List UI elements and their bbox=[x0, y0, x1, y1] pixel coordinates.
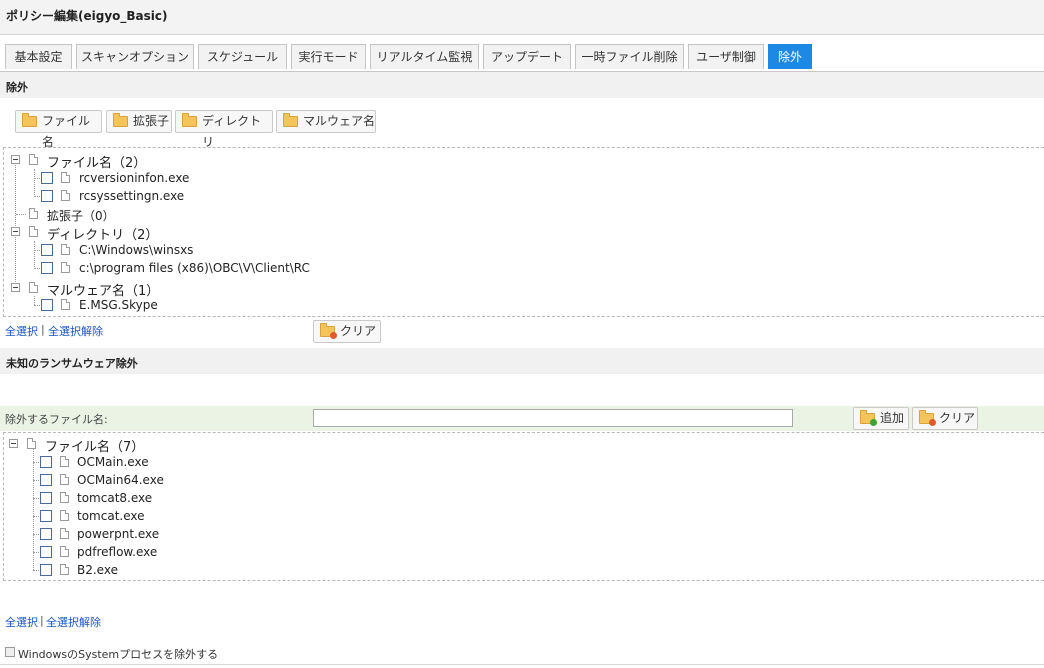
document-icon bbox=[60, 564, 69, 575]
ransomware-select-all-link[interactable]: 全選択 bbox=[5, 614, 38, 630]
tab-basic-settings[interactable]: 基本設定 bbox=[5, 44, 72, 69]
tree-connector bbox=[34, 296, 35, 305]
tree-toggle-icon[interactable] bbox=[11, 155, 20, 164]
tab-update[interactable]: アップデート bbox=[483, 44, 571, 69]
tree-toggle-icon[interactable] bbox=[9, 439, 18, 448]
ransomware-clear-button[interactable]: クリア bbox=[912, 407, 978, 430]
tab-run-mode[interactable]: 実行モード bbox=[291, 44, 366, 69]
folder-icon bbox=[283, 113, 298, 127]
link-separator: | bbox=[41, 323, 45, 336]
document-icon bbox=[60, 510, 69, 521]
tree-connector bbox=[34, 305, 40, 306]
document-icon bbox=[60, 492, 69, 503]
item-checkbox[interactable] bbox=[40, 510, 52, 522]
add-badge-icon bbox=[870, 419, 877, 426]
add-button[interactable]: 追加 bbox=[853, 407, 909, 430]
tree-connector bbox=[33, 534, 39, 535]
add-malware-button[interactable]: マルウェア名 bbox=[276, 110, 376, 133]
document-icon bbox=[29, 282, 38, 293]
ransomware-heading: 未知のランサムウェア除外 bbox=[6, 357, 138, 370]
item-checkbox[interactable] bbox=[41, 190, 53, 202]
document-icon bbox=[60, 456, 69, 467]
tree-connector bbox=[34, 250, 40, 251]
tree-connector bbox=[33, 552, 39, 553]
item-checkbox[interactable] bbox=[41, 172, 53, 184]
add-directory-button[interactable]: ディレクトリ bbox=[175, 110, 273, 149]
item-checkbox[interactable] bbox=[40, 474, 52, 486]
link-separator: | bbox=[40, 614, 44, 627]
tree-connector bbox=[33, 462, 39, 463]
clear-icon bbox=[320, 323, 337, 339]
add-extension-button[interactable]: 拡張子 bbox=[106, 110, 172, 133]
document-icon bbox=[29, 226, 38, 237]
document-icon bbox=[61, 262, 70, 273]
folder-icon bbox=[113, 113, 128, 127]
deselect-all-link[interactable]: 全選択解除 bbox=[48, 323, 103, 339]
tab-temp-file-delete[interactable]: 一時ファイル削除 bbox=[575, 44, 684, 69]
clear-badge-icon bbox=[330, 332, 337, 339]
tree-connector bbox=[34, 268, 40, 269]
item-checkbox[interactable] bbox=[40, 564, 52, 576]
folder-icon bbox=[182, 113, 197, 127]
ransomware-deselect-all-link[interactable]: 全選択解除 bbox=[46, 614, 101, 630]
tree-connector bbox=[16, 214, 26, 215]
item-checkbox[interactable] bbox=[40, 456, 52, 468]
document-icon bbox=[60, 474, 69, 485]
exclude-system-process-checkbox[interactable] bbox=[5, 647, 15, 657]
item-checkbox[interactable] bbox=[41, 299, 53, 311]
tree-connector bbox=[34, 241, 35, 269]
tree-connector bbox=[34, 178, 40, 179]
tab-scan-options[interactable]: スキャンオプション bbox=[76, 44, 194, 69]
add-icon bbox=[860, 410, 877, 426]
tree-connector bbox=[34, 169, 35, 197]
tab-bar: 基本設定 スキャンオプション スケジュール 実行モード リアルタイム監視 アップ… bbox=[0, 40, 1044, 72]
window-title: ポリシー編集(eigyo_Basic) bbox=[6, 9, 168, 23]
item-checkbox[interactable] bbox=[40, 492, 52, 504]
tab-schedule[interactable]: スケジュール bbox=[198, 44, 287, 69]
document-icon bbox=[61, 299, 70, 310]
item-checkbox[interactable] bbox=[40, 546, 52, 558]
item-checkbox[interactable] bbox=[41, 262, 53, 274]
title-bar: ポリシー編集(eigyo_Basic) bbox=[0, 0, 1044, 35]
document-icon bbox=[61, 190, 70, 201]
tab-exclusion[interactable]: 除外 bbox=[768, 44, 812, 69]
ransomware-section-header: 未知のランサムウェア除外 bbox=[0, 348, 1044, 374]
document-icon bbox=[61, 244, 70, 255]
tree-toggle-icon[interactable] bbox=[11, 283, 20, 292]
document-icon bbox=[61, 172, 70, 183]
tree-connector bbox=[33, 570, 39, 571]
clear-icon bbox=[919, 410, 936, 426]
tree-toggle-icon[interactable] bbox=[11, 227, 20, 236]
exclude-filename-input[interactable] bbox=[313, 409, 793, 427]
folder-icon bbox=[22, 113, 37, 127]
tree-connector bbox=[33, 498, 39, 499]
tree-connector bbox=[33, 480, 39, 481]
document-icon bbox=[29, 208, 38, 219]
tab-user-control[interactable]: ユーザ制御 bbox=[688, 44, 764, 69]
exclusion-section-header: 除外 bbox=[0, 72, 1044, 98]
document-icon bbox=[27, 438, 36, 449]
clear-badge-icon bbox=[929, 419, 936, 426]
tree-connector bbox=[34, 196, 40, 197]
exclude-system-process-label: WindowsのSystemプロセスを除外する bbox=[18, 648, 219, 661]
item-checkbox[interactable] bbox=[40, 528, 52, 540]
item-checkbox[interactable] bbox=[41, 244, 53, 256]
tab-realtime-monitor[interactable]: リアルタイム監視 bbox=[370, 44, 479, 69]
clear-button[interactable]: クリア bbox=[313, 320, 381, 343]
add-filename-button[interactable]: ファイル名 bbox=[15, 110, 102, 149]
document-icon bbox=[60, 546, 69, 557]
tree-connector bbox=[15, 163, 16, 288]
bottom-divider bbox=[0, 664, 1044, 665]
tree-connector bbox=[33, 516, 39, 517]
exclude-filename-label: 除外するファイル名: bbox=[5, 413, 108, 426]
document-icon bbox=[60, 528, 69, 539]
select-all-link[interactable]: 全選択 bbox=[5, 323, 38, 339]
exclusion-heading: 除外 bbox=[6, 81, 28, 94]
ransomware-tree-panel bbox=[3, 432, 1044, 581]
document-icon bbox=[29, 154, 38, 165]
